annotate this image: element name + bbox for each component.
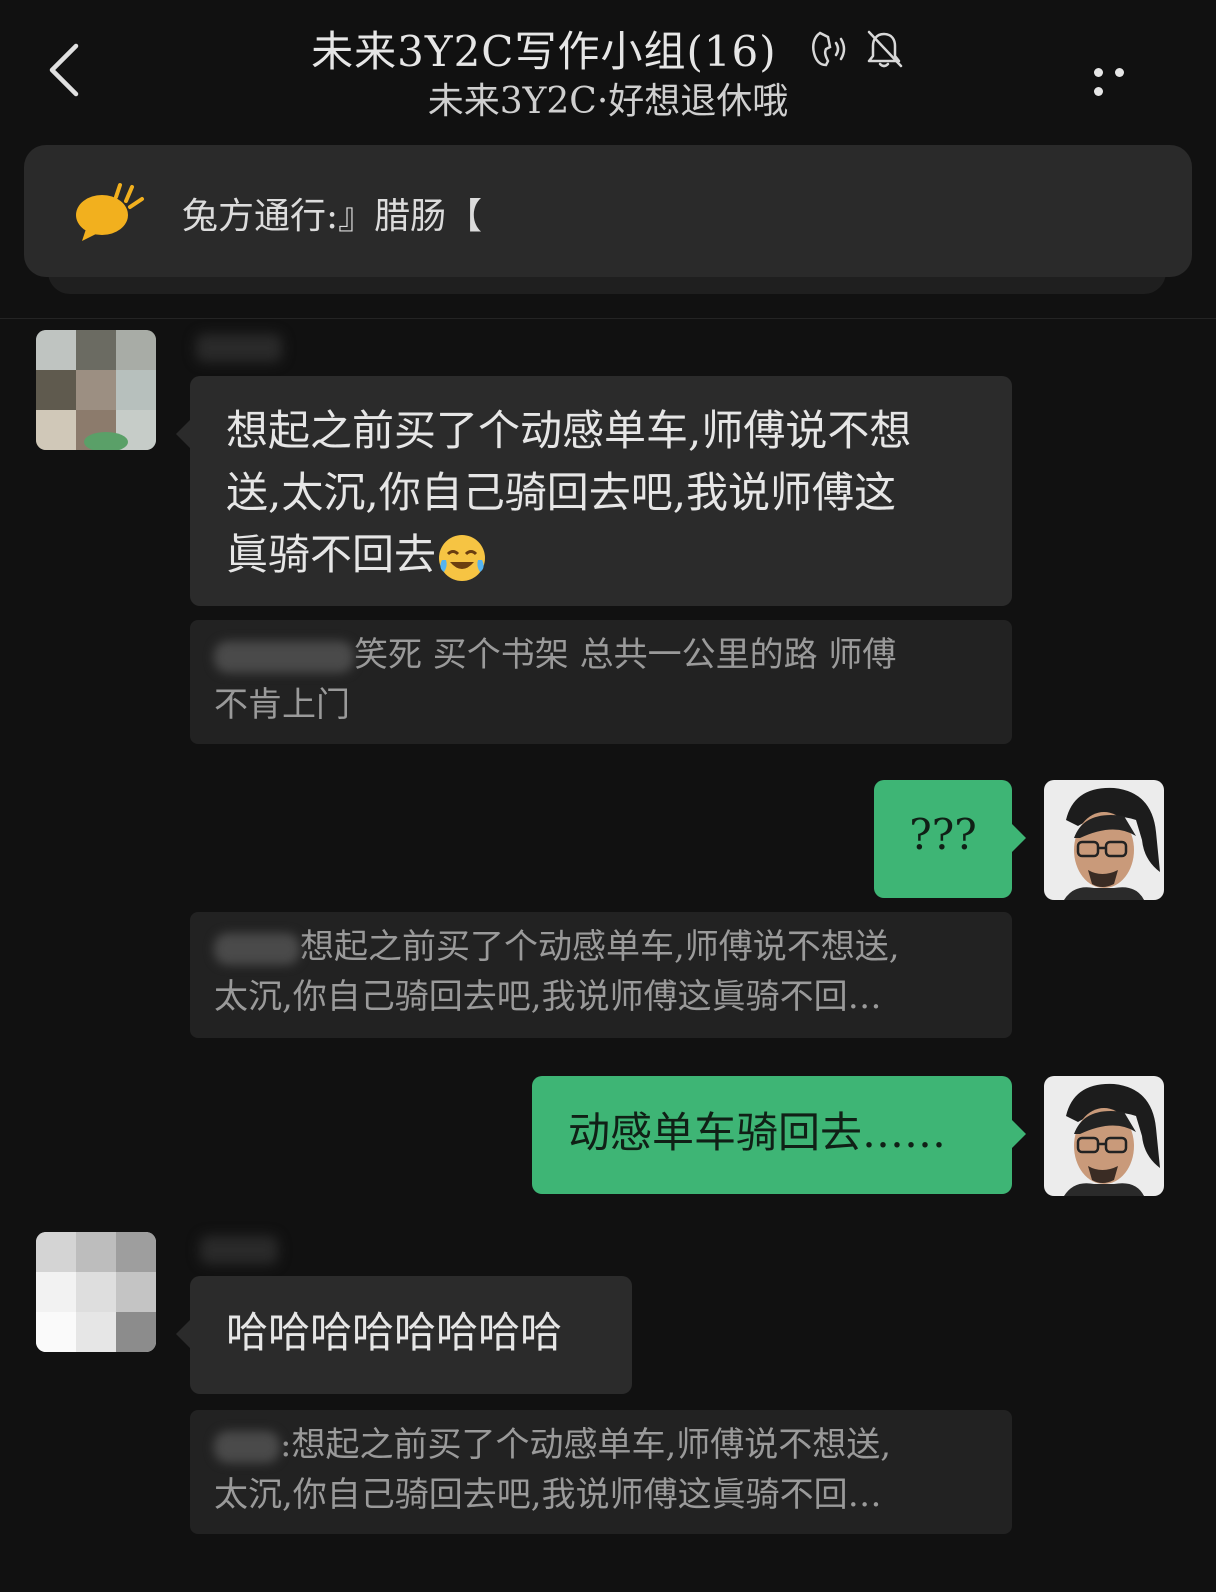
- self-avatar-portrait: [1044, 1076, 1164, 1196]
- message-bubble-self[interactable]: ???: [874, 780, 1026, 898]
- quote-author-blurred: [214, 641, 354, 673]
- quoted-reply[interactable]: 想起之前买了个动感单车,师傅说不想送, 太沉,你自己骑回去吧,我说师傅这眞骑不回…: [190, 912, 1012, 1038]
- quote-text: 笑死 买个书架 总共一公里的路 师傅: [354, 635, 897, 675]
- quote-text: 想起之前买了个动感单车,师傅说不想送,: [300, 927, 900, 967]
- message-bubble[interactable]: 哈哈哈哈哈哈哈哈: [176, 1276, 632, 1394]
- message-bubble[interactable]: 想起之前买了个动感单车,师傅说不想 送,太沉,你自己骑回去吧,我说师傅这 眞骑不…: [176, 376, 1012, 606]
- quoted-reply[interactable]: :想起之前买了个动感单车,师傅说不想送, 太沉,你自己骑回去吧,我说师傅这眞骑不…: [190, 1410, 1012, 1534]
- message-text-line: 送,太沉,你自己骑回去吧,我说师傅这: [226, 468, 897, 517]
- quote-author-blurred: [214, 933, 300, 965]
- chat-title: 未来3Y2C写作小组(16): [311, 27, 777, 76]
- self-avatar-portrait: [1044, 780, 1164, 900]
- divider: [0, 318, 1216, 319]
- quote-text: 太沉,你自己骑回去吧,我说师傅这眞骑不回…: [214, 977, 882, 1017]
- quote-author-blurred: [214, 1431, 280, 1463]
- quote-text: 太沉,你自己骑回去吧,我说师傅这眞骑不回…: [214, 1475, 882, 1515]
- self-avatar[interactable]: [1044, 780, 1164, 900]
- more-dots-icon: [1094, 87, 1103, 96]
- message-text-line: 想起之前买了个动感单车,师傅说不想: [226, 406, 912, 455]
- message-text: 动感单车骑回去……: [568, 1108, 947, 1157]
- quote-line: 想起之前买了个动感单车,师傅说不想送,: [214, 922, 988, 972]
- chat-header: 未来3Y2C写作小组(16) 未来3Y2C·好想退休哦: [0, 0, 1216, 130]
- sender-avatar[interactable]: [36, 1232, 156, 1352]
- notice-text: 兔方通行:』腊肠【: [182, 196, 483, 237]
- pixelated-avatar-image: [36, 330, 156, 450]
- message-text-line: 眞骑不回去: [226, 530, 437, 579]
- speech-bubble-sun-icon: [76, 183, 144, 241]
- message-text: 哈哈哈哈哈哈哈哈: [226, 1308, 563, 1357]
- bell-off-icon: [867, 30, 903, 67]
- chat-subtitle: 未来3Y2C·好想退休哦: [427, 81, 789, 122]
- message-text-line-wrap: 眞骑不回去: [226, 524, 976, 586]
- quote-line: :想起之前买了个动感单车,师傅说不想送,: [214, 1420, 988, 1470]
- title-icons: [800, 28, 905, 70]
- more-options-button[interactable]: [1094, 62, 1154, 96]
- crying-laughing-emoji-icon: [439, 535, 486, 581]
- quote-line: 笑死 买个书架 总共一公里的路 师傅: [214, 630, 988, 680]
- quote-text: :想起之前买了个动感单车,师傅说不想送,: [280, 1425, 892, 1465]
- quoted-reply[interactable]: 笑死 买个书架 总共一公里的路 师傅 不肯上门: [190, 620, 1012, 744]
- quote-text: 不肯上门: [214, 685, 350, 725]
- message-bubble-self[interactable]: 动感单车骑回去……: [532, 1076, 1026, 1194]
- title-row: 未来3Y2C写作小组(16): [0, 18, 1216, 76]
- message-text: ???: [909, 810, 977, 859]
- more-dots-icon: [1094, 68, 1103, 77]
- sender-avatar[interactable]: [36, 330, 156, 450]
- pixelated-avatar-image: [36, 1232, 156, 1352]
- sender-name-blurred: [200, 1236, 278, 1264]
- self-avatar[interactable]: [1044, 1076, 1164, 1196]
- group-notice-banner[interactable]: 兔方通行:』腊肠【: [24, 145, 1192, 277]
- sender-name-blurred: [196, 334, 282, 362]
- earpiece-speaker-icon: [811, 31, 846, 66]
- more-dots-icon: [1115, 68, 1124, 77]
